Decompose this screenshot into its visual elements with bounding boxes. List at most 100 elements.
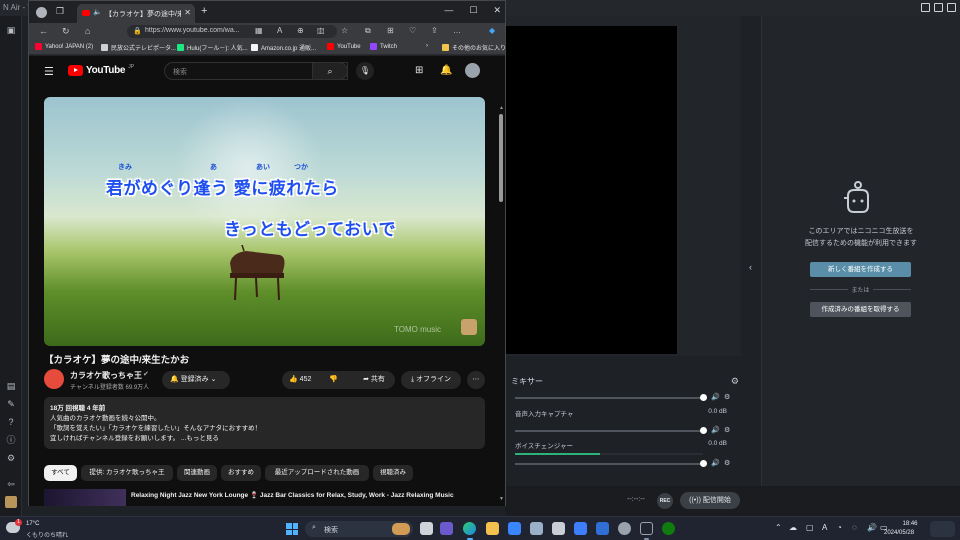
teams-icon[interactable]: [440, 522, 453, 535]
close-tab-icon[interactable]: ✕: [184, 8, 191, 17]
settings-icon[interactable]: ⚙: [5, 452, 17, 464]
security-icon[interactable]: ◔: [837, 523, 842, 532]
volume-knob[interactable]: [700, 394, 707, 401]
minimize-icon[interactable]: [921, 3, 930, 12]
workspaces-icon[interactable]: ❐: [56, 6, 64, 17]
photos-icon[interactable]: [530, 522, 543, 535]
gear-icon[interactable]: ⚙: [724, 426, 730, 434]
scrollbar-thumb[interactable]: [499, 114, 503, 202]
app-available-icon[interactable]: ▦: [255, 26, 263, 35]
chat-icon[interactable]: ✎: [5, 398, 17, 410]
info-icon[interactable]: ⓘ: [5, 434, 17, 446]
chip-recommended[interactable]: おすすめ: [221, 465, 261, 481]
calculator-icon[interactable]: [574, 522, 587, 535]
chevron-right-icon[interactable]: ›: [426, 43, 428, 49]
taskbar-search[interactable]: ⌕ 検索: [305, 521, 413, 537]
speaker-icon[interactable]: 🔊: [711, 426, 720, 434]
close-icon[interactable]: [947, 3, 956, 12]
chip-from-channel[interactable]: 提供: カラオケ歌っちゃ王: [81, 465, 173, 481]
maximize-icon[interactable]: [934, 3, 943, 12]
notification-bell-icon[interactable]: 🔔: [440, 65, 452, 76]
chip-recently-uploaded[interactable]: 最近アップロードされた動画: [265, 465, 369, 481]
next-video-thumbnail[interactable]: [44, 489, 126, 506]
help-icon[interactable]: ?: [5, 416, 17, 428]
bookmark-hulu[interactable]: Hulu(フール－): 人気...: [177, 43, 248, 52]
volume-knob[interactable]: [700, 427, 707, 434]
windows-start-icon[interactable]: [286, 523, 298, 535]
refresh-icon[interactable]: ↻: [62, 26, 70, 37]
chip-all[interactable]: すべて: [44, 465, 77, 481]
like-button[interactable]: 👍 452: [289, 376, 311, 383]
microphone-icon[interactable]: 🎙: [356, 62, 374, 80]
next-video-title[interactable]: Relaxing Night Jazz New York Lounge 🍷 Ja…: [131, 491, 454, 499]
profile-avatar[interactable]: [36, 7, 47, 18]
copilot-icon[interactable]: ◆: [489, 26, 495, 35]
create-program-button[interactable]: 新しく番組を作成する: [810, 262, 911, 277]
file-explorer-icon[interactable]: [486, 522, 499, 535]
zoom-icon[interactable]: ⊕: [297, 26, 304, 35]
notification-center-icon[interactable]: [930, 521, 955, 537]
new-tab-icon[interactable]: +: [201, 5, 207, 17]
bookmark-twitch[interactable]: Twitch: [370, 43, 397, 50]
edge-icon[interactable]: [463, 522, 476, 535]
search-icon[interactable]: ⌕: [312, 62, 348, 80]
tab-youtube[interactable]: 🔈 【カラオケ】夢の途中/来生たかお ✕: [77, 4, 195, 23]
nair-app-icon[interactable]: [640, 522, 653, 535]
clock-date[interactable]: 2024/05/28: [884, 530, 914, 536]
more-icon[interactable]: …: [453, 26, 461, 35]
browser-essentials-icon[interactable]: ♡: [409, 26, 416, 35]
scroll-down-icon[interactable]: ▼: [499, 496, 504, 502]
xbox-icon[interactable]: [662, 522, 675, 535]
outlook-icon[interactable]: [596, 522, 609, 535]
bookmark-yahoo[interactable]: Yahoo! JAPAN (2): [35, 43, 93, 50]
app-icon[interactable]: [552, 522, 565, 535]
bookmark-youtube[interactable]: YouTube: [327, 43, 361, 50]
chevron-left-icon[interactable]: ‹: [749, 262, 752, 272]
settings-app-icon[interactable]: [618, 522, 631, 535]
task-view-icon[interactable]: [420, 522, 433, 535]
weather-description[interactable]: くもりのち晴れ: [26, 530, 68, 539]
start-broadcast-button[interactable]: ((•)) 配信開始: [680, 492, 740, 509]
hamburger-menu-icon[interactable]: ☰: [44, 65, 54, 78]
volume-slider[interactable]: [515, 463, 703, 465]
chip-related[interactable]: 関連動画: [177, 465, 217, 481]
bookmark-other-favorites[interactable]: その他のお気に入り: [442, 43, 506, 52]
gear-icon[interactable]: ⚙: [724, 393, 730, 401]
bookmark-amazon[interactable]: Amazon.co.jp 通販...: [251, 43, 316, 52]
collections-icon[interactable]: ⊞: [387, 26, 394, 35]
studio-icon[interactable]: ▤: [5, 380, 17, 392]
record-button[interactable]: REC: [657, 493, 673, 509]
clock-time[interactable]: 18:46: [898, 521, 922, 527]
favorites-icon[interactable]: ☆: [341, 26, 348, 35]
maximize-icon[interactable]: ☐: [469, 5, 477, 16]
extensions-icon[interactable]: ⧉: [365, 26, 371, 36]
home-icon[interactable]: ⌂: [85, 26, 90, 36]
more-actions-icon[interactable]: ⋯: [467, 371, 485, 389]
speaker-icon[interactable]: 🔈: [93, 8, 102, 16]
onedrive-icon[interactable]: ☁: [789, 523, 797, 532]
channel-avatar[interactable]: [44, 369, 64, 389]
speaker-icon[interactable]: 🔊: [711, 459, 720, 467]
split-screen-icon[interactable]: ◫: [317, 26, 325, 35]
offline-button[interactable]: ⤓ オフライン: [401, 371, 461, 389]
dislike-button[interactable]: 👎: [329, 371, 338, 389]
youtube-logo[interactable]: YouTube JP: [68, 64, 134, 76]
bookmark-tver[interactable]: 民放公式テレビポータ...: [101, 43, 176, 52]
chevron-up-icon[interactable]: ⌃: [775, 523, 782, 532]
wifi-icon[interactable]: ◌: [852, 523, 857, 532]
account-avatar[interactable]: [465, 63, 480, 78]
channel-watermark-icon[interactable]: [461, 319, 477, 335]
close-icon[interactable]: ✕: [493, 5, 501, 16]
weather-temperature[interactable]: 17°C: [26, 521, 39, 527]
lock-icon[interactable]: 🔒: [133, 27, 142, 35]
share-icon[interactable]: ⇪: [431, 26, 438, 35]
minimize-icon[interactable]: —: [444, 5, 453, 16]
store-icon[interactable]: [508, 522, 521, 535]
mixer-settings-icon[interactable]: ⚙: [731, 376, 739, 387]
subscribed-button[interactable]: 🔔 登録済み ⌄: [162, 371, 230, 389]
channel-name[interactable]: カラオケ歌っちゃ王: [70, 370, 142, 381]
scroll-up-icon[interactable]: ▲: [499, 105, 504, 111]
video-player[interactable]: きみ あ あい つか 君がめぐり逢う 愛に疲れたら きっともどっておいで TOM…: [44, 97, 485, 346]
speaker-icon[interactable]: 🔊: [711, 393, 720, 401]
read-aloud-icon[interactable]: A: [277, 26, 282, 35]
